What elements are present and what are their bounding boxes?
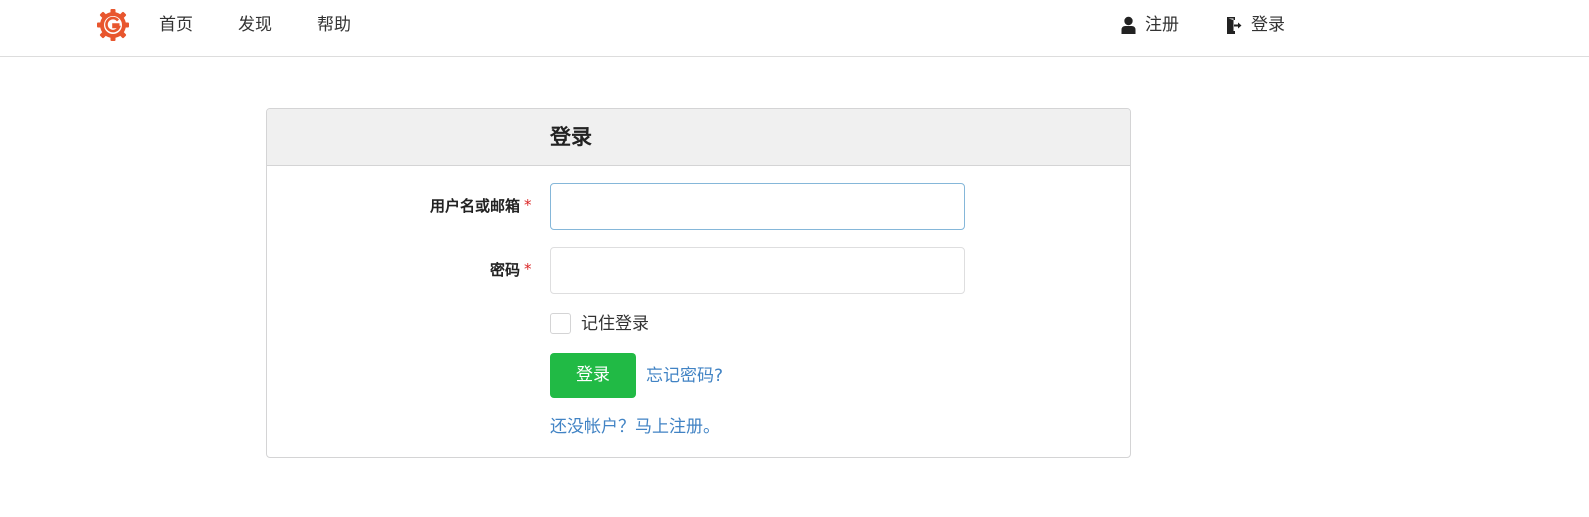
top-navbar: 首页 发现 帮助 注册 登录 bbox=[0, 0, 1589, 57]
password-input[interactable] bbox=[550, 247, 965, 294]
nav-register-link[interactable]: 注册 bbox=[1121, 14, 1179, 36]
password-required-mark: * bbox=[524, 260, 532, 278]
login-panel-header: 登录 bbox=[267, 109, 1130, 166]
nav-login-label: 登录 bbox=[1251, 15, 1285, 35]
username-input[interactable] bbox=[550, 183, 965, 230]
register-prompt-link[interactable]: 还没帐户？马上注册。 bbox=[550, 415, 720, 439]
nav-item-explore[interactable]: 发现 bbox=[238, 14, 272, 36]
sign-in-icon bbox=[1227, 16, 1242, 34]
remember-me-checkbox[interactable] bbox=[550, 313, 571, 334]
username-label: 用户名或邮箱 bbox=[429, 197, 520, 215]
nav-item-help[interactable]: 帮助 bbox=[317, 14, 351, 36]
password-label: 密码 bbox=[489, 261, 520, 279]
login-panel: 登录 用户名或邮箱 * 密码 * 记住登录 登录 忘记密码? 还没帐户？马上注册… bbox=[266, 108, 1131, 458]
nav-item-home[interactable]: 首页 bbox=[159, 14, 193, 36]
forgot-password-link[interactable]: 忘记密码? bbox=[646, 364, 723, 388]
login-title: 登录 bbox=[550, 125, 592, 149]
nav-register-label: 注册 bbox=[1145, 15, 1179, 35]
gitea-logo-icon[interactable] bbox=[96, 8, 130, 42]
username-required-mark: * bbox=[524, 196, 532, 214]
nav-login-link[interactable]: 登录 bbox=[1226, 14, 1285, 36]
user-icon bbox=[1121, 16, 1136, 34]
remember-me-label[interactable]: 记住登录 bbox=[581, 312, 649, 336]
login-submit-button[interactable]: 登录 bbox=[550, 353, 636, 398]
